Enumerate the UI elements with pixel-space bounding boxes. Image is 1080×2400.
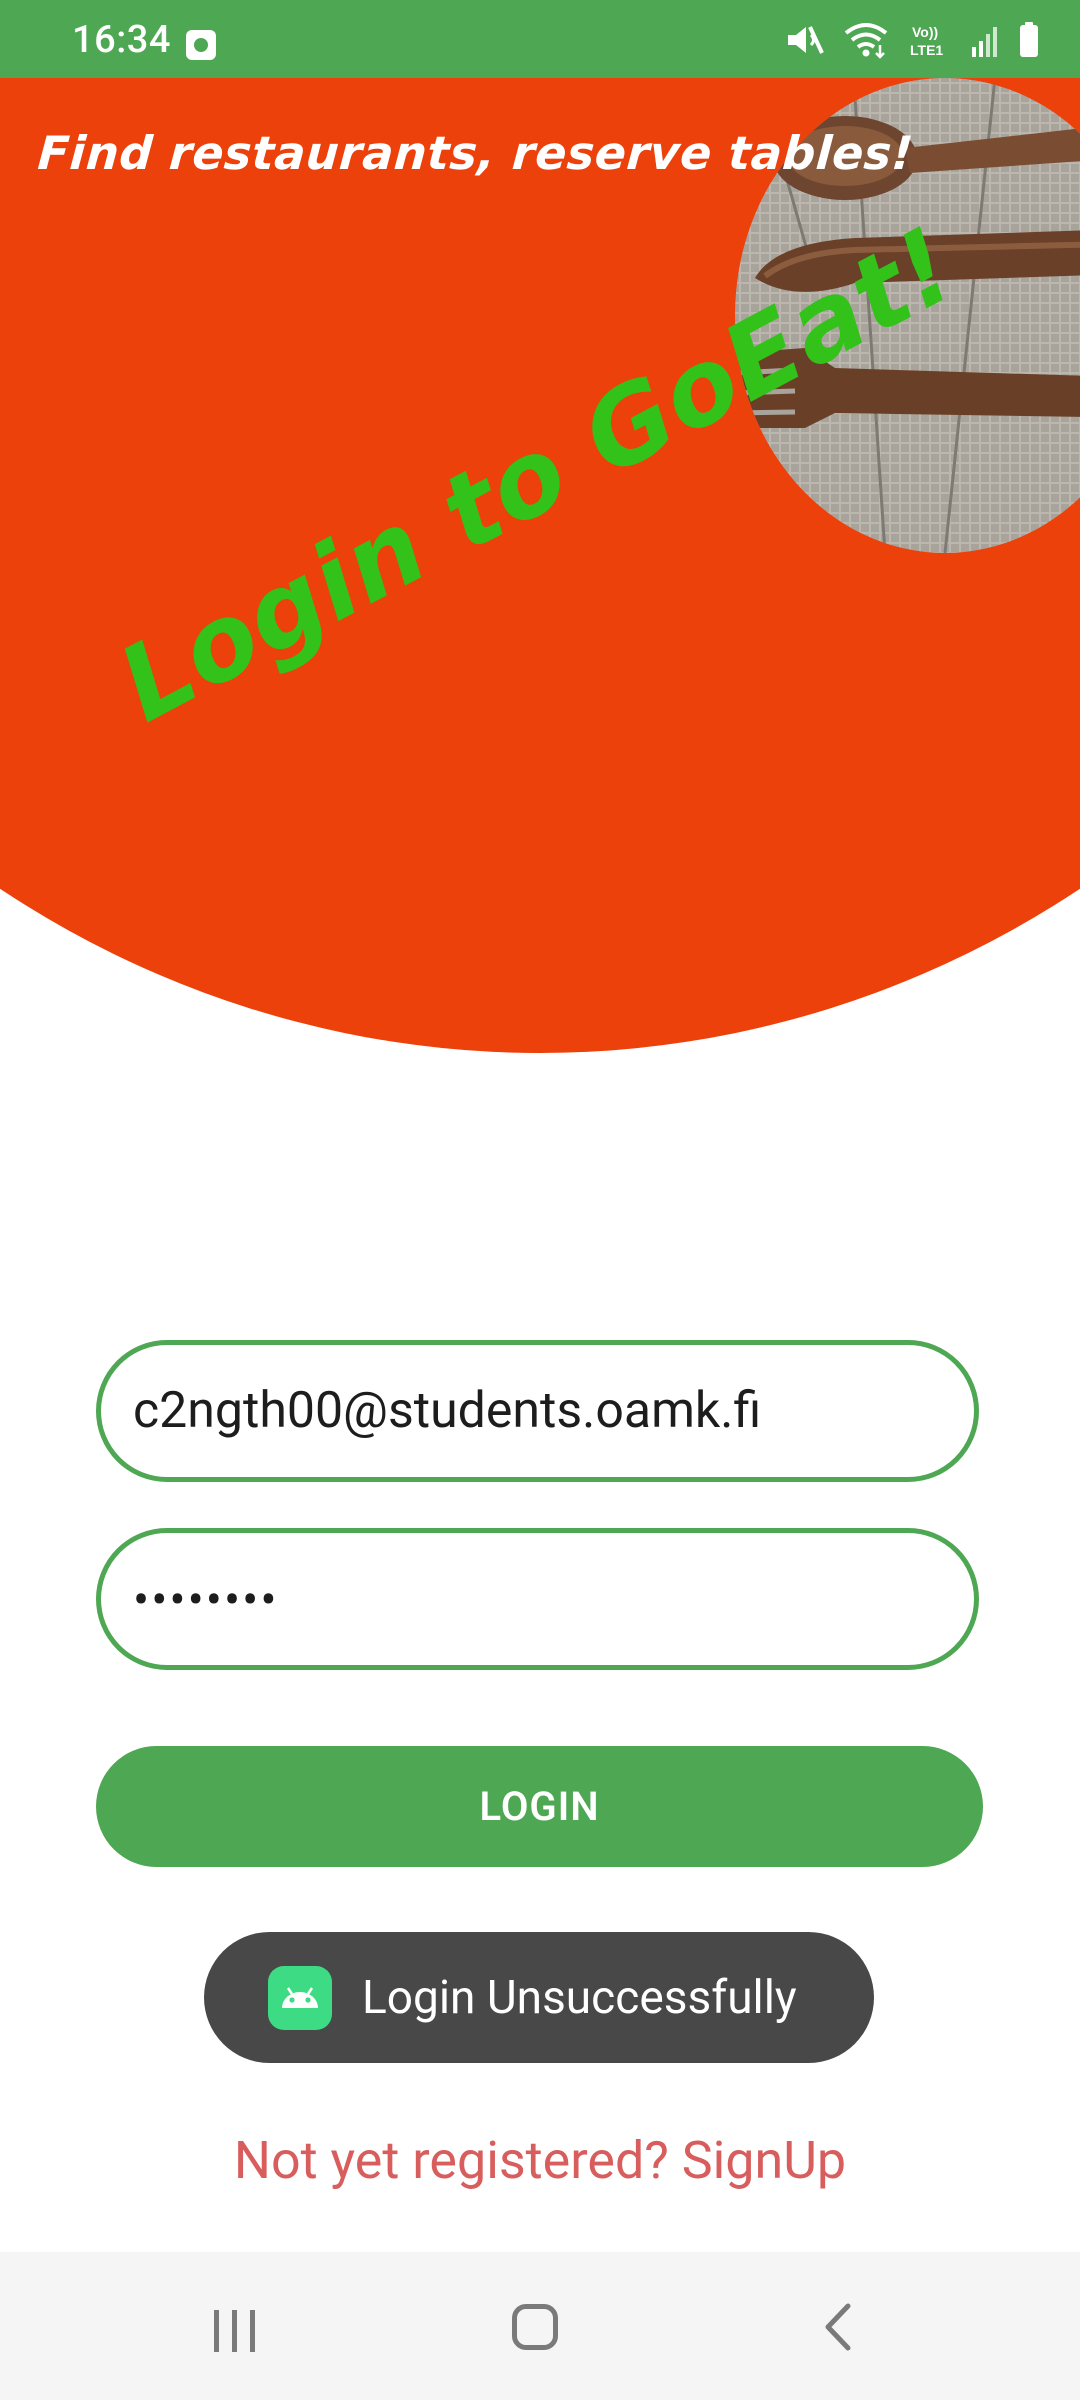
back-icon[interactable] xyxy=(820,2302,856,2352)
email-field[interactable] xyxy=(96,1340,979,1482)
status-time: 16:34 xyxy=(72,18,171,62)
recent-apps-icon[interactable] xyxy=(212,2308,258,2354)
signup-link[interactable]: Not yet registered? SignUp xyxy=(0,2130,1080,2191)
login-button[interactable]: LOGIN xyxy=(96,1746,983,1867)
toast-notification: Login Unsuccessfully xyxy=(204,1932,874,2063)
svg-text:LTE1: LTE1 xyxy=(910,42,943,58)
home-icon[interactable] xyxy=(512,2304,558,2350)
mute-icon xyxy=(788,26,824,54)
android-app-icon xyxy=(268,1965,332,2030)
status-bar: 16:34 Vo)) LTE1 xyxy=(0,0,1080,78)
wifi-icon xyxy=(844,23,888,59)
navigation-bar xyxy=(0,2252,1080,2400)
svg-text:Vo)): Vo)) xyxy=(912,24,938,40)
hero-tagline: Find restaurants, reserve tables! xyxy=(36,126,916,180)
hero-banner: Find restaurants, reserve tables! Login … xyxy=(0,78,1080,1058)
battery-icon xyxy=(1020,22,1038,57)
signal-icon xyxy=(972,27,997,57)
status-icons: Vo)) LTE1 xyxy=(784,20,1040,60)
password-field[interactable] xyxy=(96,1528,979,1670)
alarm-icon xyxy=(186,30,216,60)
volte-icon: Vo)) LTE1 xyxy=(910,24,943,58)
toast-message: Login Unsuccessfully xyxy=(362,1970,797,2025)
